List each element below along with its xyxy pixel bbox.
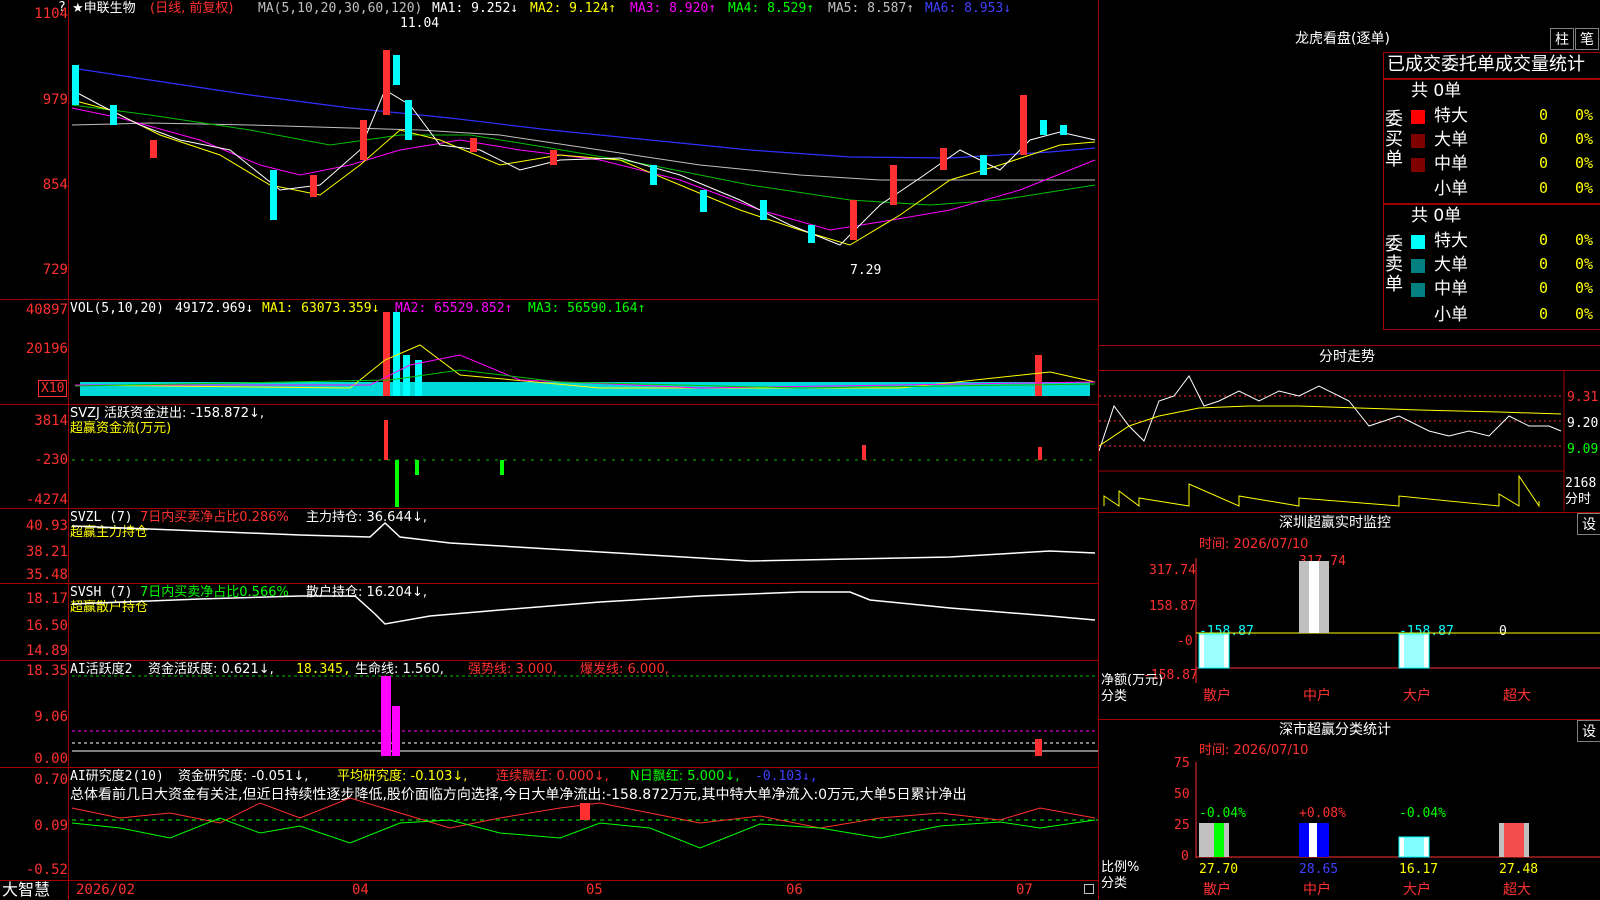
row-swatch	[1411, 158, 1425, 172]
row-pct: 0%	[1575, 279, 1594, 297]
svzj-panel[interactable]: SVZJ 活跃资金进出: -158.872↓, 超赢资金流(万元) 3814 -…	[0, 405, 1098, 508]
row-label: 中单	[1434, 279, 1468, 299]
row-label: 特大	[1434, 231, 1468, 251]
sell-label: 委卖单	[1385, 234, 1403, 295]
svsh-line	[71, 591, 1096, 625]
ai-active-panel[interactable]: AI活跃度2 资金活跃度: 0.621↓, 18.345, 生命线: 1.560…	[0, 661, 1098, 767]
row-count: 0	[1539, 130, 1549, 148]
row-count: 0	[1539, 305, 1549, 323]
row-label: 小单	[1434, 305, 1468, 325]
row-pct: 0%	[1575, 231, 1594, 249]
x-axis: 大智慧 2026/02 04 05 06 07	[0, 880, 1098, 900]
row-pct: 0%	[1575, 255, 1594, 273]
row-count: 0	[1539, 179, 1549, 197]
row-count: 0	[1539, 279, 1549, 297]
row-pct: 0%	[1575, 130, 1594, 148]
buy-label: 委买单	[1385, 109, 1403, 170]
main-chart[interactable]: ? ★申联生物 (日线, 前复权) MA(5,10,20,30,60,120) …	[0, 0, 1098, 299]
svzl-panel[interactable]: SVZL (7) 7日内买卖净占比0.286% 主力持仓: 36.644↓, 超…	[0, 509, 1098, 583]
x-label: 05	[586, 882, 603, 898]
volume-bars	[74, 312, 1096, 396]
row-count: 0	[1539, 255, 1549, 273]
row-pct: 0%	[1575, 179, 1594, 197]
volume-panel[interactable]: VOL(5,10,20) 49172.969↓ MA1: 63073.359↓ …	[0, 300, 1098, 404]
lock-icon[interactable]	[1084, 884, 1094, 894]
row-label: 中单	[1434, 154, 1468, 174]
row-label: 大单	[1434, 130, 1468, 150]
lhb-panel: 龙虎看盘(逐单) 柱 笔 已成交委托单成交量统计 委买单 委卖单 共 0单 共 …	[1099, 0, 1600, 345]
row-swatch	[1411, 235, 1425, 249]
x-label: 2026/02	[76, 882, 136, 898]
buy-total: 共 0单	[1411, 81, 1462, 101]
brand-logo: 大智慧	[2, 880, 51, 899]
sz-class-panel[interactable]: 深市超赢分类统计 设 时间: 2026/07/10 75 50 25 0 -0.…	[1099, 720, 1600, 900]
sz-monitor-chart	[1195, 558, 1600, 683]
lhb-header: 已成交委托单成交量统计	[1387, 54, 1585, 75]
row-pct: 0%	[1575, 106, 1594, 124]
row-swatch	[1411, 259, 1425, 273]
sz-class-chart	[1195, 762, 1600, 858]
row-pct: 0%	[1575, 154, 1594, 172]
fenshi-panel[interactable]: 分时走势 9.31 9.20 9.09 2168 分时	[1099, 346, 1600, 511]
svzl-line	[71, 521, 1096, 562]
tick-mode-button[interactable]: 笔	[1575, 28, 1599, 50]
x-label: 06	[786, 882, 803, 898]
row-pct: 0%	[1575, 305, 1594, 323]
row-swatch	[1411, 283, 1425, 297]
row-label: 特大	[1434, 106, 1468, 126]
x-label: 04	[352, 882, 369, 898]
ai-active-bars	[72, 675, 1098, 756]
row-label: 小单	[1434, 179, 1468, 199]
row-label: 大单	[1434, 255, 1468, 275]
sell-total: 共 0单	[1411, 206, 1462, 226]
row-count: 0	[1539, 231, 1549, 249]
candlestick-area	[71, 50, 1096, 246]
svsh-panel[interactable]: SVSH (7) 7日内买卖净占比0.566% 散户持仓: 16.204↓, 超…	[0, 584, 1098, 660]
lhb-title: 龙虎看盘(逐单)	[1295, 31, 1390, 47]
x-label: 07	[1016, 882, 1033, 898]
row-count: 0	[1539, 106, 1549, 124]
bar-mode-button[interactable]: 柱	[1550, 28, 1574, 50]
svzj-bars	[72, 420, 1098, 507]
sz-monitor-panel[interactable]: 深圳超赢实时监控 设 时间: 2026/07/10 317.74 158.87 …	[1099, 513, 1600, 718]
fenshi-chart	[1099, 371, 1565, 511]
row-swatch	[1411, 134, 1425, 148]
row-count: 0	[1539, 154, 1549, 172]
row-swatch	[1411, 110, 1425, 124]
ai-research-panel[interactable]: AI研究度2(10) 资金研究度: -0.051↓, 平均研究度: -0.103…	[0, 768, 1098, 880]
ai-research-bars	[71, 797, 1098, 849]
